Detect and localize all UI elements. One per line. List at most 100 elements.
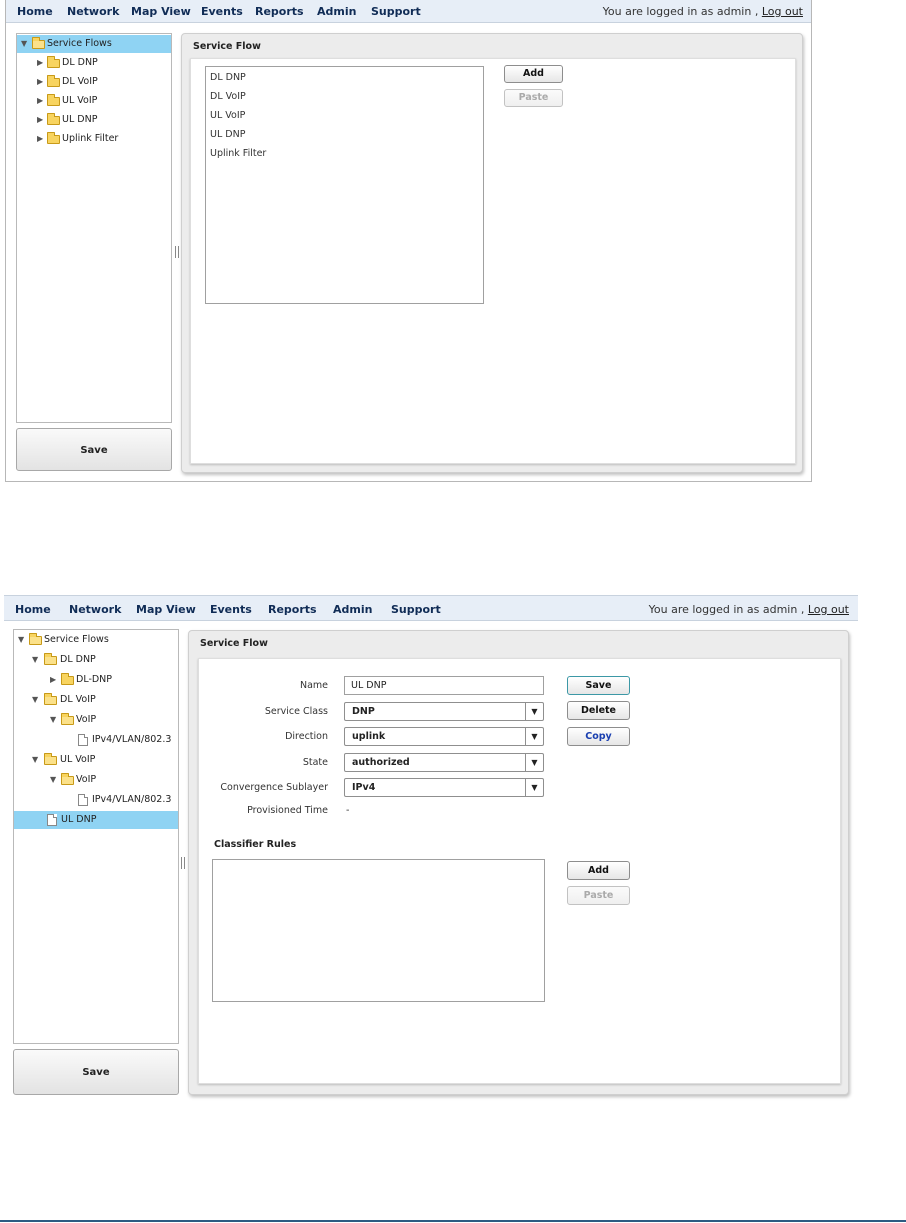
dropdown-arrow-icon[interactable]: ▼ xyxy=(525,779,543,796)
triangle-down-icon[interactable]: ▼ xyxy=(50,711,56,729)
nav-support[interactable]: Support xyxy=(391,603,441,616)
tree-item-dl-dnp[interactable]: ▶ DL DNP xyxy=(17,54,171,72)
nav-events[interactable]: Events xyxy=(210,603,252,616)
service-flow-list[interactable]: DL DNP DL VoIP UL VoIP UL DNP Uplink Fil… xyxy=(205,66,484,304)
paste-button[interactable]: Paste xyxy=(567,886,630,905)
folder-open-icon xyxy=(61,773,74,785)
tree-item-dl-dnp[interactable]: ▼ DL DNP xyxy=(14,651,178,669)
service-flow-list-screen: Home Network Map View Events Reports Adm… xyxy=(5,0,812,482)
delete-button[interactable]: Delete xyxy=(567,701,630,720)
folder-open-icon xyxy=(29,633,42,645)
add-button[interactable]: Add xyxy=(567,861,630,880)
tree-item-ul-voip[interactable]: ▶ UL VoIP xyxy=(17,92,171,110)
service-class-label: Service Class xyxy=(264,706,328,717)
list-item[interactable]: UL DNP xyxy=(210,129,245,140)
logout-link[interactable]: Log out xyxy=(808,603,849,616)
nav-home[interactable]: Home xyxy=(15,603,51,616)
save-button[interactable]: Save xyxy=(16,428,172,471)
tree-item-label: Uplink Filter xyxy=(62,133,119,144)
state-select[interactable]: authorized ▼ xyxy=(344,753,544,772)
tree-item-label: DL VoIP xyxy=(62,76,98,87)
direction-select[interactable]: uplink ▼ xyxy=(344,727,544,746)
add-button[interactable]: Add xyxy=(504,65,563,83)
tree-item-ul-voip[interactable]: ▼ UL VoIP xyxy=(14,751,178,769)
tree-item-label: DL DNP xyxy=(62,57,98,68)
tree-item-label: Service Flows xyxy=(44,634,109,645)
top-nav-bar: Home Network Map View Events Reports Adm… xyxy=(4,595,858,621)
nav-admin[interactable]: Admin xyxy=(333,603,372,616)
provisioned-time-value: - xyxy=(346,805,350,816)
triangle-right-icon[interactable]: ▶ xyxy=(37,92,43,110)
folder-open-icon xyxy=(44,753,57,765)
triangle-down-icon[interactable]: ▼ xyxy=(32,751,38,769)
top-nav-bar: Home Network Map View Events Reports Adm… xyxy=(6,0,811,23)
name-field[interactable]: UL DNP xyxy=(344,676,544,695)
service-class-select[interactable]: DNP ▼ xyxy=(344,702,544,721)
tree-item-dl-voip[interactable]: ▼ DL VoIP xyxy=(14,691,178,709)
login-status: You are logged in as admin , Log out xyxy=(603,5,803,18)
nav-map-view[interactable]: Map View xyxy=(131,5,191,18)
tree-item-label: Service Flows xyxy=(47,38,112,49)
classifier-rules-title: Classifier Rules xyxy=(214,839,297,850)
tree-item-label: VoIP xyxy=(76,714,97,725)
provisioned-time-label: Provisioned Time xyxy=(247,805,328,816)
folder-open-icon xyxy=(44,693,57,705)
tree-item-uplink-filter[interactable]: ▶ Uplink Filter xyxy=(17,130,171,148)
list-item[interactable]: DL DNP xyxy=(210,72,246,83)
nav-network[interactable]: Network xyxy=(67,5,119,18)
folder-open-icon xyxy=(44,653,57,665)
pane-splitter-handle[interactable] xyxy=(175,246,179,258)
list-item[interactable]: Uplink Filter xyxy=(210,148,266,159)
logout-link[interactable]: Log out xyxy=(762,5,803,18)
tree-item-ul-dnp[interactable]: UL DNP xyxy=(14,811,178,829)
triangle-down-icon[interactable]: ▼ xyxy=(21,35,27,53)
dropdown-arrow-icon[interactable]: ▼ xyxy=(525,728,543,745)
nav-network[interactable]: Network xyxy=(69,603,121,616)
nav-admin[interactable]: Admin xyxy=(317,5,356,18)
nav-reports[interactable]: Reports xyxy=(268,603,317,616)
save-button[interactable]: Save xyxy=(13,1049,179,1095)
nav-support[interactable]: Support xyxy=(371,5,421,18)
panel-title: Service Flow xyxy=(200,638,268,649)
tree-item-dl-voip-voip[interactable]: ▼ VoIP xyxy=(14,711,178,729)
triangle-down-icon[interactable]: ▼ xyxy=(18,631,24,649)
direction-value: uplink xyxy=(352,731,386,742)
state-label: State xyxy=(302,757,328,768)
nav-reports[interactable]: Reports xyxy=(255,5,304,18)
nav-events[interactable]: Events xyxy=(201,5,243,18)
triangle-right-icon[interactable]: ▶ xyxy=(50,671,56,689)
service-flow-tree: ▼ Service Flows ▶ DL DNP ▶ DL VoIP ▶ UL … xyxy=(16,33,172,423)
tree-item-service-flows[interactable]: ▼ Service Flows xyxy=(14,631,178,649)
document-icon xyxy=(78,734,88,746)
folder-icon xyxy=(47,113,60,125)
list-item[interactable]: UL VoIP xyxy=(210,110,245,121)
panel-title: Service Flow xyxy=(193,41,261,52)
nav-home[interactable]: Home xyxy=(17,5,53,18)
pane-splitter-handle[interactable] xyxy=(181,857,185,869)
tree-item-dl-dnp-child[interactable]: ▶ DL-DNP xyxy=(14,671,178,689)
dropdown-arrow-icon[interactable]: ▼ xyxy=(525,703,543,720)
tree-item-ul-dnp[interactable]: ▶ UL DNP xyxy=(17,111,171,129)
triangle-down-icon[interactable]: ▼ xyxy=(32,651,38,669)
tree-item-service-flows[interactable]: ▼ Service Flows xyxy=(17,35,171,53)
list-item[interactable]: DL VoIP xyxy=(210,91,246,102)
tree-item-ul-voip-voip[interactable]: ▼ VoIP xyxy=(14,771,178,789)
folder-icon xyxy=(47,75,60,87)
triangle-right-icon[interactable]: ▶ xyxy=(37,130,43,148)
tree-item-dl-voip-rule[interactable]: IPv4/VLAN/802.3 xyxy=(14,731,178,749)
triangle-right-icon[interactable]: ▶ xyxy=(37,54,43,72)
triangle-right-icon[interactable]: ▶ xyxy=(37,111,43,129)
triangle-down-icon[interactable]: ▼ xyxy=(50,771,56,789)
tree-item-dl-voip[interactable]: ▶ DL VoIP xyxy=(17,73,171,91)
triangle-down-icon[interactable]: ▼ xyxy=(32,691,38,709)
save-flow-button[interactable]: Save xyxy=(567,676,630,695)
triangle-right-icon[interactable]: ▶ xyxy=(37,73,43,91)
copy-button[interactable]: Copy xyxy=(567,727,630,746)
paste-button[interactable]: Paste xyxy=(504,89,563,107)
document-icon xyxy=(78,794,88,806)
classifier-rules-list[interactable] xyxy=(212,859,545,1002)
convergence-sublayer-select[interactable]: IPv4 ▼ xyxy=(344,778,544,797)
tree-item-ul-voip-rule[interactable]: IPv4/VLAN/802.3 xyxy=(14,791,178,809)
nav-map-view[interactable]: Map View xyxy=(136,603,196,616)
dropdown-arrow-icon[interactable]: ▼ xyxy=(525,754,543,771)
